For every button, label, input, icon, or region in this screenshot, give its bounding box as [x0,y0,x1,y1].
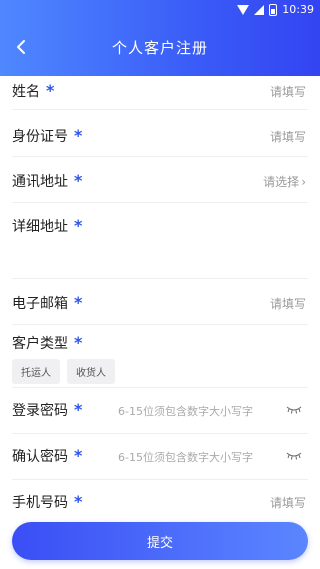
email-input[interactable]: 请填写 [270,295,306,312]
header: 个人客户注册 [0,20,320,76]
required-star: * [74,293,83,312]
login-password-field[interactable]: 登录密码 * 6-15位须包含数字大小写字 [12,388,308,434]
option-shipper[interactable]: 托运人 [12,359,60,384]
battery-icon [269,3,278,16]
detail-address-label: 详细地址 * [12,216,83,235]
name-field[interactable]: 姓名 * 请填写 [12,76,308,110]
chevron-right-icon: › [301,175,306,189]
id-number-input[interactable]: 请填写 [270,128,306,145]
login-password-label: 登录密码 * [12,400,83,419]
address-label: 通讯地址 * [12,171,83,190]
required-star: * [46,81,55,100]
required-star: * [74,126,83,145]
required-star: * [74,400,83,419]
name-input[interactable]: 请填写 [270,83,306,100]
required-star: * [74,333,83,352]
option-consignee[interactable]: 收货人 [67,359,115,384]
confirm-password-input[interactable]: 6-15位须包含数字大小写字 [118,449,253,465]
required-star: * [74,171,83,190]
status-bar: 10:39 [0,0,320,20]
submit-button[interactable]: 提交 [12,522,308,560]
status-icons: 10:39 [237,3,314,16]
customer-type-field: 客户类型 * 托运人 收货人 [12,325,308,388]
id-number-label: 身份证号 * [12,126,83,145]
confirm-password-label: 确认密码 * [12,446,83,465]
phone-input[interactable]: 请填写 [270,494,306,511]
email-label: 电子邮箱 * [12,293,83,312]
registration-form: 姓名 * 请填写 身份证号 * 请填写 通讯地址 * 请选择 › 详细地址 * 电子邮箱 *… [0,76,320,511]
signal-icon [254,4,265,15]
phone-field[interactable]: 手机号码 * 请填写 [12,480,308,511]
customer-type-options: 托运人 收货人 [12,359,115,384]
wifi-icon [237,4,250,15]
required-star: * [74,492,83,511]
eye-closed-icon[interactable] [286,452,302,460]
login-password-input[interactable]: 6-15位须包含数字大小写字 [118,403,253,419]
email-field[interactable]: 电子邮箱 * 请填写 [12,279,308,325]
name-label: 姓名 * [12,81,55,100]
id-number-field[interactable]: 身份证号 * 请填写 [12,110,308,157]
detail-address-field[interactable]: 详细地址 * [12,203,308,279]
confirm-password-field[interactable]: 确认密码 * 6-15位须包含数字大小写字 [12,434,308,480]
address-select[interactable]: 请选择 › [263,173,306,190]
required-star: * [74,446,83,465]
customer-type-label: 客户类型 * [12,333,83,352]
required-star: * [74,216,83,235]
eye-closed-icon[interactable] [286,406,302,414]
phone-label: 手机号码 * [12,492,83,511]
page-title: 个人客户注册 [111,39,208,57]
status-time: 10:39 [282,3,314,16]
address-field[interactable]: 通讯地址 * 请选择 › [12,157,308,203]
